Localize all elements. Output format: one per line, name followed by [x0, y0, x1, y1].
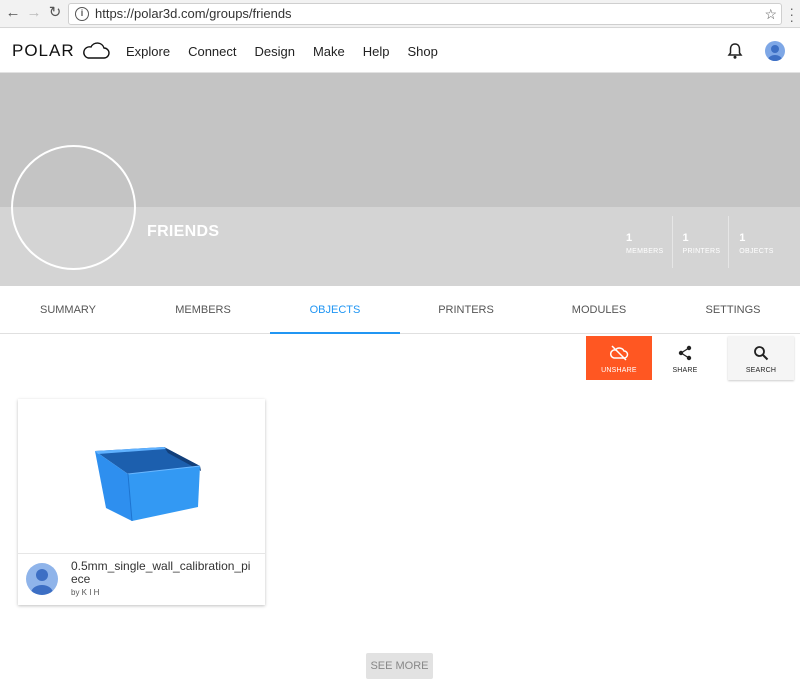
group-avatar: [11, 145, 136, 270]
tab-objects[interactable]: OBJECTS: [270, 286, 400, 334]
info-icon[interactable]: i: [75, 7, 89, 21]
address-bar-url: https://polar3d.com/groups/friends: [95, 6, 292, 21]
back-arrow-icon[interactable]: ←: [4, 4, 22, 22]
tab-printers[interactable]: PRINTERS: [400, 286, 532, 334]
object-card[interactable]: 0.5mm_single_wall_calibration_piece by K…: [18, 399, 265, 605]
unshare-button[interactable]: UNSHARE: [586, 336, 652, 380]
nav-shop[interactable]: Shop: [408, 44, 438, 59]
stat-objects: 1 OBJECTS: [729, 216, 781, 268]
nav-design[interactable]: Design: [255, 44, 295, 59]
unshare-label: UNSHARE: [601, 367, 637, 374]
main-nav: Explore Connect Design Make Help Shop: [126, 29, 456, 73]
group-banner: FRIENDS 1 MEMBERS 1 PRINTERS 1 OBJECTS: [0, 73, 800, 286]
search-button[interactable]: SEARCH: [728, 336, 794, 380]
stat-printers: 1 PRINTERS: [673, 216, 730, 268]
stat-printers-label: PRINTERS: [682, 248, 721, 255]
share-label: SHARE: [672, 367, 698, 374]
browser-menu-icon[interactable]: · · ·: [789, 1, 794, 27]
app-header: POLAR Explore Connect Design Make Help S…: [0, 29, 800, 73]
stat-objects-label: OBJECTS: [739, 248, 774, 255]
logo-text: POLAR: [12, 41, 75, 60]
share-icon: [678, 345, 692, 361]
forward-arrow-icon[interactable]: →: [25, 4, 43, 22]
calibration-box-image: [95, 447, 201, 522]
tab-settings[interactable]: SETTINGS: [666, 286, 800, 334]
share-button[interactable]: SHARE: [652, 336, 718, 380]
object-thumbnail[interactable]: [18, 399, 265, 554]
user-avatar[interactable]: [765, 41, 785, 61]
stat-objects-value: 1: [739, 232, 746, 244]
nav-connect[interactable]: Connect: [188, 44, 236, 59]
user-avatar-icon: [31, 569, 53, 595]
search-label: SEARCH: [745, 367, 777, 374]
group-tabs: SUMMARY MEMBERS OBJECTS PRINTERS MODULES…: [0, 286, 800, 334]
stat-members-label: MEMBERS: [626, 248, 664, 255]
polar-logo[interactable]: POLAR: [12, 40, 111, 62]
nav-make[interactable]: Make: [313, 44, 345, 59]
stat-members-value: 1: [626, 232, 633, 244]
object-actions: UNSHARE SHARE SEARCH: [586, 336, 794, 380]
nav-explore[interactable]: Explore: [126, 44, 170, 59]
stat-members: 1 MEMBERS: [616, 216, 673, 268]
stat-printers-value: 1: [682, 232, 689, 244]
tab-modules[interactable]: MODULES: [532, 286, 666, 334]
address-bar[interactable]: i https://polar3d.com/groups/friends ☆: [68, 3, 782, 25]
tab-members[interactable]: MEMBERS: [136, 286, 270, 334]
tab-summary[interactable]: SUMMARY: [0, 286, 136, 334]
reload-icon[interactable]: ↻: [46, 4, 64, 22]
owner-avatar[interactable]: [26, 563, 58, 595]
cloud-icon: [82, 42, 110, 59]
browser-toolbar: ← → ↻ i https://polar3d.com/groups/frien…: [0, 0, 800, 28]
group-stats: 1 MEMBERS 1 PRINTERS 1 OBJECTS: [616, 216, 782, 268]
bookmark-star-icon[interactable]: ☆: [764, 4, 777, 24]
bell-icon[interactable]: [727, 42, 743, 60]
cloud-off-icon: [610, 345, 629, 361]
group-title: FRIENDS: [147, 223, 220, 240]
object-name[interactable]: 0.5mm_single_wall_calibration_piece: [71, 560, 256, 586]
search-icon: [754, 346, 769, 361]
object-author[interactable]: by K I H: [71, 588, 99, 597]
user-avatar-icon: [768, 45, 782, 61]
nav-help[interactable]: Help: [363, 44, 390, 59]
see-more-button[interactable]: SEE MORE: [366, 653, 433, 679]
